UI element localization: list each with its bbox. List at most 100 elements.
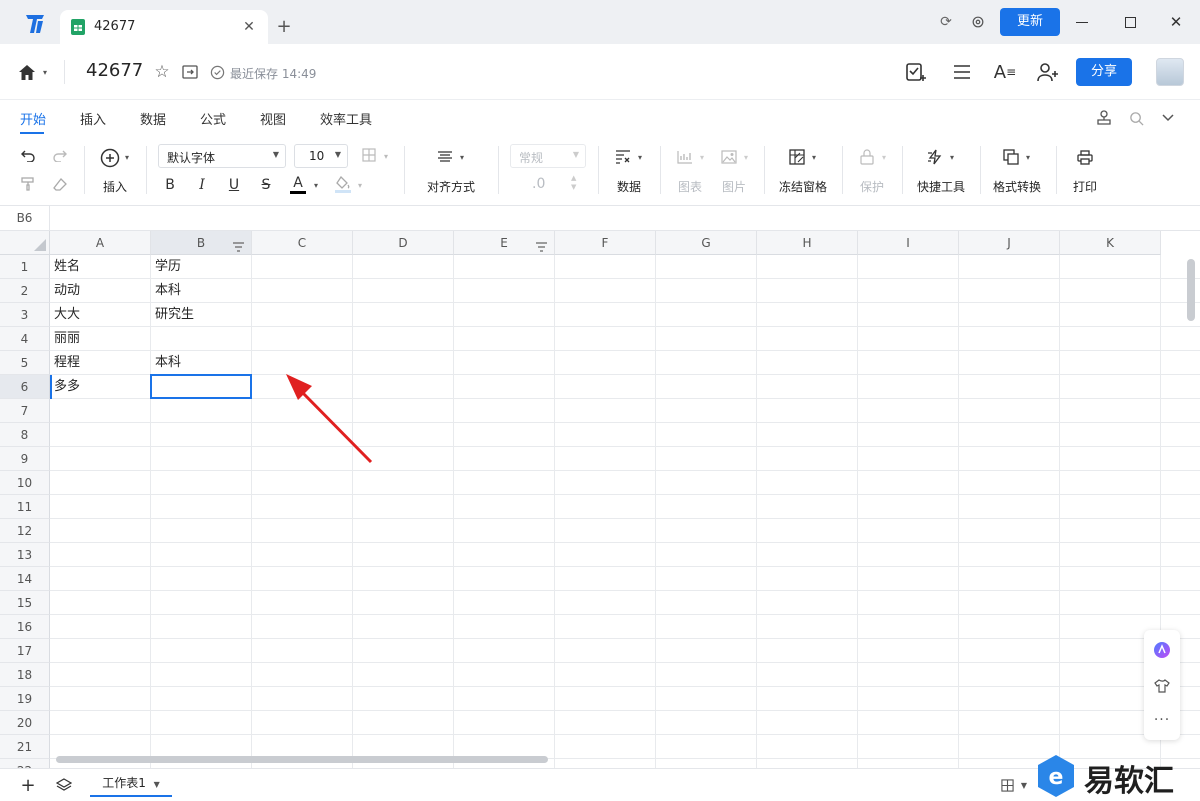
share-button[interactable]: 分享 <box>1076 58 1132 86</box>
row-header-16[interactable]: 16 <box>0 615 50 639</box>
image-dropdown-icon[interactable]: ▾ <box>742 152 750 162</box>
tab-formula[interactable]: 公式 <box>200 109 226 128</box>
tab-insert[interactable]: 插入 <box>80 109 106 128</box>
format-convert-icon[interactable] <box>1002 148 1020 166</box>
row-header-15[interactable]: 15 <box>0 591 50 615</box>
column-header-c[interactable]: C <box>252 231 353 255</box>
cell-b1[interactable]: 学历 <box>151 255 252 279</box>
column-header-h[interactable]: H <box>757 231 858 255</box>
decimal-stepper-icon[interactable]: ▲ ▼ <box>571 174 576 192</box>
format-painter-icon[interactable] <box>18 174 38 194</box>
freeze-panes-icon[interactable] <box>788 148 806 166</box>
row-header-4[interactable]: 4 <box>0 327 50 351</box>
home-dropdown-icon[interactable]: ▾ <box>40 66 50 78</box>
row-header-8[interactable]: 8 <box>0 423 50 447</box>
cell-a3[interactable]: 大大 <box>50 303 151 327</box>
tab-view[interactable]: 视图 <box>260 109 286 128</box>
print-label[interactable]: 打印 <box>1073 178 1097 195</box>
image-label[interactable]: 图片 <box>722 178 746 195</box>
italic-icon[interactable]: I <box>194 176 210 194</box>
row-header-20[interactable]: 20 <box>0 711 50 735</box>
row-header-9[interactable]: 9 <box>0 447 50 471</box>
close-tab-icon[interactable]: ✕ <box>240 18 258 36</box>
column-header-a[interactable]: A <box>50 231 151 255</box>
collapse-ribbon-icon[interactable] <box>1158 108 1178 128</box>
column-header-g[interactable]: G <box>656 231 757 255</box>
bold-icon[interactable]: B <box>162 176 178 194</box>
minimize-icon[interactable] <box>1066 6 1098 38</box>
fill-color-icon[interactable] <box>334 174 352 194</box>
fill-color-dropdown-icon[interactable]: ▾ <box>356 180 364 190</box>
eraser-icon[interactable] <box>50 174 70 194</box>
maximize-icon[interactable] <box>1114 6 1146 38</box>
font-color-icon[interactable]: A <box>290 174 306 194</box>
insert-label[interactable]: 插入 <box>103 178 127 195</box>
row-header-6[interactable]: 6 <box>0 375 50 399</box>
quick-tools-dropdown-icon[interactable]: ▾ <box>948 152 956 162</box>
quick-tools-label[interactable]: 快捷工具 <box>917 178 965 195</box>
undo-icon[interactable] <box>18 146 38 166</box>
document-tab[interactable]: 42677 ✕ <box>60 10 268 44</box>
column-header-j[interactable]: J <box>959 231 1060 255</box>
add-sheet-icon[interactable]: + <box>18 775 38 796</box>
document-title[interactable]: 42677 <box>86 60 143 81</box>
cell-a1[interactable]: 姓名 <box>50 255 151 279</box>
format-convert-dropdown-icon[interactable]: ▾ <box>1024 152 1032 162</box>
task-check-icon[interactable] <box>904 60 928 84</box>
cell-b3[interactable]: 研究生 <box>151 303 252 327</box>
data-label[interactable]: 数据 <box>617 178 641 195</box>
align-dropdown-icon[interactable]: ▾ <box>458 152 466 162</box>
window-close-icon[interactable]: ✕ <box>1160 6 1192 38</box>
data-dropdown-icon[interactable]: ▾ <box>636 152 644 162</box>
image-icon[interactable] <box>720 148 738 166</box>
view-grid-icon[interactable] <box>998 777 1016 793</box>
row-header-10[interactable]: 10 <box>0 471 50 495</box>
row-header-11[interactable]: 11 <box>0 495 50 519</box>
decimal-value[interactable]: .0 <box>532 176 545 192</box>
printer-icon[interactable] <box>1076 148 1094 166</box>
formula-input[interactable] <box>51 206 1200 230</box>
column-filter-icon[interactable] <box>231 237 245 252</box>
row-header-12[interactable]: 12 <box>0 519 50 543</box>
chart-label[interactable]: 图表 <box>678 178 702 195</box>
cell-a2[interactable]: 动动 <box>50 279 151 303</box>
protect-label[interactable]: 保护 <box>860 178 884 195</box>
new-tab-icon[interactable]: + <box>274 16 294 37</box>
avatar[interactable] <box>1156 58 1184 86</box>
spreadsheet-grid[interactable]: A B C D E F G H I J K 1 2 3 4 5 6 7 8 9 10 11 12 13 14 15 16 17 18 19… <box>0 231 1200 768</box>
selected-cell[interactable] <box>150 374 252 399</box>
cell-b5[interactable]: 本科 <box>151 351 252 375</box>
cell-b2[interactable]: 本科 <box>151 279 252 303</box>
redo-icon[interactable] <box>50 146 70 166</box>
column-header-e[interactable]: E <box>454 231 555 255</box>
freeze-label[interactable]: 冻结窗格 <box>779 178 827 195</box>
cell-a5[interactable]: 程程 <box>50 351 151 375</box>
row-header-5[interactable]: 5 <box>0 351 50 375</box>
column-filter-icon[interactable] <box>534 237 548 252</box>
tab-efficiency-tools[interactable]: 效率工具 <box>320 109 372 128</box>
format-convert-label[interactable]: 格式转换 <box>993 178 1041 195</box>
row-header-18[interactable]: 18 <box>0 663 50 687</box>
underline-icon[interactable]: U <box>226 176 242 194</box>
border-dropdown-icon[interactable]: ▾ <box>382 151 390 161</box>
lock-icon[interactable] <box>858 148 876 166</box>
vertical-scrollbar[interactable] <box>1187 259 1195 321</box>
font-family-select[interactable]: 默认字体 ▼ <box>158 144 286 168</box>
row-header-17[interactable]: 17 <box>0 639 50 663</box>
star-icon[interactable]: ☆ <box>152 62 172 82</box>
stamp-icon[interactable] <box>1094 108 1114 128</box>
sync-icon[interactable]: ⟳ <box>936 12 956 32</box>
sheet-tab-active[interactable]: 工作表1 ▼ <box>90 769 172 797</box>
view-dropdown-icon[interactable]: ▼ <box>1020 779 1028 791</box>
column-header-k[interactable]: K <box>1060 231 1161 255</box>
chart-icon[interactable] <box>676 148 694 166</box>
row-header-19[interactable]: 19 <box>0 687 50 711</box>
row-header-1[interactable]: 1 <box>0 255 50 279</box>
row-header-2[interactable]: 2 <box>0 279 50 303</box>
font-size-select[interactable]: 10 ▼ <box>294 144 348 168</box>
row-header-3[interactable]: 3 <box>0 303 50 327</box>
name-box[interactable]: B6 <box>0 206 50 230</box>
app-logo-icon[interactable] <box>22 12 48 36</box>
row-header-7[interactable]: 7 <box>0 399 50 423</box>
lightning-icon[interactable] <box>926 148 944 166</box>
